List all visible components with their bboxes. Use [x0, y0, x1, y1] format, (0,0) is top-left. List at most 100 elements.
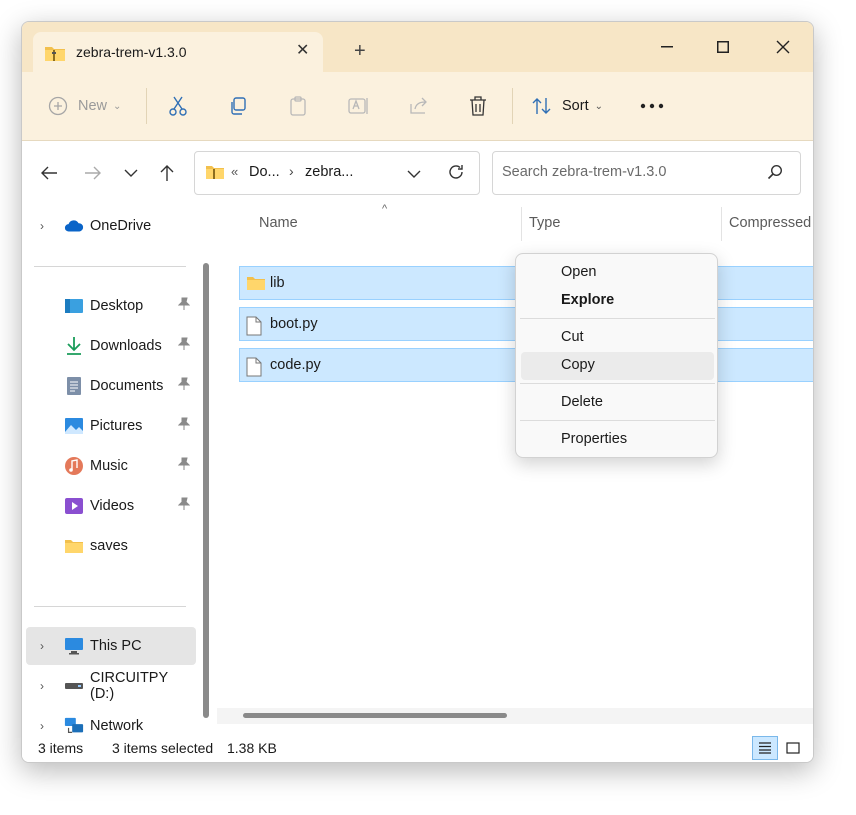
search-input[interactable]: Search zebra-trem-v1.3.0	[502, 164, 666, 180]
drive-icon	[64, 676, 84, 696]
tiles-view-button[interactable]	[780, 736, 806, 760]
pin-icon[interactable]	[177, 297, 191, 316]
navigation-bar: « Do... › zebra... Search zebra-trem-v1.…	[22, 141, 813, 203]
menu-item-open[interactable]: Open	[521, 259, 714, 287]
column-divider[interactable]	[521, 207, 522, 241]
sidebar-scrollbar[interactable]	[203, 263, 209, 718]
clipboard-icon	[290, 96, 306, 116]
sidebar-item-pictures[interactable]: Pictures	[26, 407, 196, 445]
cut-button[interactable]	[168, 94, 188, 118]
column-header-compressed[interactable]: Compressed	[729, 215, 811, 231]
music-icon	[64, 456, 84, 476]
refresh-icon[interactable]	[447, 163, 465, 186]
sidebar-item-label: OneDrive	[90, 218, 152, 234]
new-button[interactable]: New ⌄	[48, 94, 121, 118]
sidebar-item-music[interactable]: Music	[26, 447, 196, 485]
sidebar-item-saves[interactable]: saves	[26, 527, 196, 565]
share-button[interactable]	[408, 94, 430, 118]
details-view-button[interactable]	[752, 736, 778, 760]
sort-label: Sort	[562, 98, 589, 114]
sidebar-item-label: This PC	[90, 638, 142, 654]
menu-item-delete[interactable]: Delete	[521, 389, 714, 417]
minimize-button[interactable]	[644, 32, 690, 62]
videos-icon	[64, 496, 84, 516]
details-view-icon	[759, 742, 771, 754]
column-header-type[interactable]: Type	[529, 215, 560, 231]
chevron-right-icon[interactable]: ›	[40, 219, 44, 233]
share-icon	[410, 97, 427, 114]
menu-item-explore[interactable]: Explore	[521, 287, 714, 315]
back-button[interactable]	[38, 161, 60, 185]
sort-button[interactable]: Sort ⌄	[531, 94, 603, 118]
search-box[interactable]: Search zebra-trem-v1.3.0	[492, 151, 801, 195]
pin-icon[interactable]	[177, 377, 191, 396]
tab-zebra-trem[interactable]: zebra-trem-v1.3.0 ✕	[33, 32, 323, 72]
chevron-down-icon: ⌄	[113, 100, 122, 112]
chevron-right-icon[interactable]: ›	[40, 679, 44, 693]
scrollbar-thumb[interactable]	[203, 263, 209, 718]
address-bar[interactable]: « Do... › zebra...	[194, 151, 480, 195]
address-history-icon[interactable]	[407, 166, 421, 184]
chevron-right-icon[interactable]: ›	[40, 719, 44, 733]
downloads-icon	[64, 336, 84, 356]
pin-icon[interactable]	[177, 417, 191, 436]
sidebar-item-videos[interactable]: Videos	[26, 487, 196, 525]
menu-item-copy[interactable]: Copy	[521, 352, 714, 380]
close-tab-icon[interactable]: ✕	[296, 43, 309, 59]
menu-item-cut[interactable]: Cut	[521, 324, 714, 352]
rename-button[interactable]	[348, 94, 370, 118]
divider	[34, 606, 186, 607]
sidebar-item-documents[interactable]: Documents	[26, 367, 196, 405]
arrow-up-icon	[160, 165, 174, 181]
sidebar-item-desktop[interactable]: Desktop	[26, 287, 196, 325]
sidebar-item-label: Pictures	[90, 418, 143, 434]
tiles-view-icon	[786, 742, 800, 754]
recent-locations-button[interactable]	[122, 161, 140, 185]
pin-icon[interactable]	[177, 337, 191, 356]
more-options-button[interactable]	[640, 94, 664, 118]
file-name: lib	[270, 275, 285, 291]
menu-separator	[520, 420, 715, 421]
breadcrumb-part1[interactable]: Do...	[249, 164, 280, 180]
new-label: New	[78, 98, 108, 114]
search-icon[interactable]	[767, 164, 783, 185]
scrollbar-thumb[interactable]	[243, 713, 507, 718]
delete-button[interactable]	[468, 94, 488, 118]
maximize-button[interactable]	[700, 32, 746, 62]
selected-count: 3 items selected	[112, 740, 214, 756]
sidebar-item-circuitpy[interactable]: › CIRCUITPY (D:)	[26, 667, 196, 705]
cloud-icon	[64, 216, 84, 236]
up-button[interactable]	[158, 161, 176, 185]
folder-icon	[246, 275, 266, 296]
paste-button[interactable]	[288, 94, 308, 118]
file-name: boot.py	[270, 316, 318, 332]
close-window-button[interactable]	[760, 32, 806, 62]
selected-size: 1.38 KB	[227, 740, 277, 756]
copy-button[interactable]	[228, 94, 248, 118]
sidebar-item-this-pc[interactable]: › This PC	[26, 627, 196, 665]
pin-icon[interactable]	[177, 497, 191, 516]
forward-button[interactable]	[82, 161, 104, 185]
arrow-left-icon	[41, 166, 57, 180]
chevron-right-icon[interactable]: ›	[40, 639, 44, 653]
sidebar-item-label: Downloads	[90, 338, 162, 354]
new-tab-button[interactable]: +	[354, 41, 366, 61]
maximize-icon	[717, 41, 729, 53]
sidebar-item-label: Music	[90, 458, 128, 474]
pin-icon[interactable]	[177, 457, 191, 476]
sidebar-item-downloads[interactable]: Downloads	[26, 327, 196, 365]
zip-folder-icon	[44, 44, 66, 67]
breadcrumb-separator-icon: ›	[289, 163, 294, 179]
overflow-chevrons-icon[interactable]: «	[231, 164, 238, 179]
tab-title: zebra-trem-v1.3.0	[76, 44, 187, 60]
menu-item-properties[interactable]: Properties	[521, 426, 714, 454]
column-header-name[interactable]: Name	[259, 215, 298, 231]
horizontal-scrollbar[interactable]	[217, 708, 813, 724]
breadcrumb-part2[interactable]: zebra...	[305, 164, 353, 180]
sidebar-item-onedrive[interactable]: › OneDrive	[26, 207, 196, 245]
close-icon	[776, 40, 790, 54]
trash-icon	[470, 96, 486, 116]
zip-folder-icon	[205, 164, 225, 185]
column-divider[interactable]	[721, 207, 722, 241]
title-bar: zebra-trem-v1.3.0 ✕ +	[22, 22, 813, 72]
